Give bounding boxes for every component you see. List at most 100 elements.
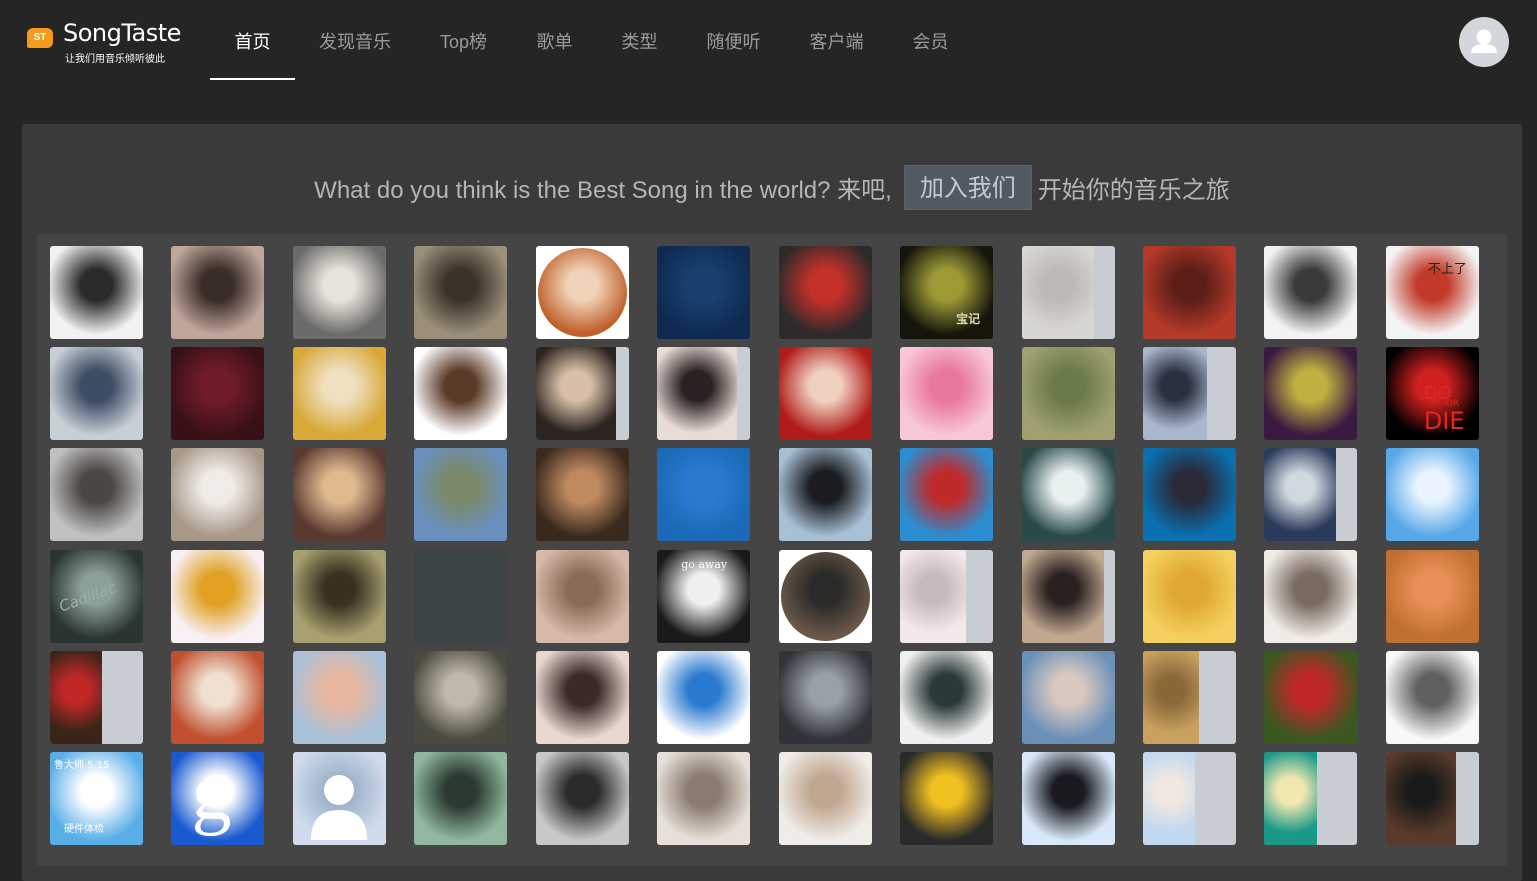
- avatar-tile[interactable]: [1021, 246, 1115, 339]
- avatar-tile[interactable]: [900, 650, 994, 744]
- avatar-tile-text: 宝记: [956, 312, 981, 326]
- cadillac-logo-text: Cadillac: [56, 577, 119, 616]
- nav-discover-music[interactable]: 发现音乐: [295, 0, 415, 80]
- avatar-tile[interactable]: [657, 650, 751, 744]
- user-avatar-button[interactable]: [1459, 17, 1509, 67]
- avatar-tile[interactable]: DO OR DIE: [1385, 347, 1479, 441]
- avatar-tile[interactable]: [1021, 650, 1115, 744]
- avatar-tile[interactable]: [1142, 347, 1236, 441]
- avatar-tile[interactable]: [900, 549, 994, 643]
- avatar-grid: 宝记 不上了 DO OR DIE Cadillac go away 鲁大师 5.15 硬件体检 g: [50, 246, 1479, 845]
- avatar-tile[interactable]: [1142, 246, 1236, 339]
- main-nav: 首页 发现音乐 Top榜 歌单 类型 随便听 客户端 会员: [210, 0, 973, 80]
- avatar-wall: 宝记 不上了 DO OR DIE Cadillac go away 鲁大师 5.15 硬件体检 g: [37, 234, 1507, 866]
- avatar-tile[interactable]: [292, 650, 386, 744]
- avatar-tile[interactable]: [1021, 347, 1115, 441]
- nav-membership[interactable]: 会员: [888, 0, 973, 80]
- avatar-tile[interactable]: [1021, 751, 1115, 845]
- avatar-tile[interactable]: [1142, 751, 1236, 845]
- nav-home[interactable]: 首页: [210, 0, 295, 80]
- nav-client[interactable]: 客户端: [785, 0, 888, 80]
- avatar-tile[interactable]: [657, 448, 751, 542]
- avatar-tile[interactable]: [535, 448, 629, 542]
- avatar-tile[interactable]: [292, 347, 386, 441]
- avatar-tile[interactable]: [900, 347, 994, 441]
- avatar-tile[interactable]: [778, 448, 872, 542]
- avatar-tile[interactable]: [414, 650, 508, 744]
- nav-random-listen[interactable]: 随便听: [682, 0, 785, 80]
- avatar-tile[interactable]: [292, 751, 386, 845]
- avatar-tile[interactable]: [414, 246, 508, 339]
- avatar-tile[interactable]: [1385, 650, 1479, 744]
- avatar-tile[interactable]: [1142, 549, 1236, 643]
- google-logo-text: g: [191, 751, 232, 837]
- avatar-tile[interactable]: [1264, 751, 1358, 845]
- hero-headline: What do you think is the Best Song in th…: [22, 164, 1522, 210]
- user-icon: [1471, 29, 1497, 53]
- avatar-tile[interactable]: [414, 448, 508, 542]
- avatar-tile[interactable]: Cadillac: [50, 549, 143, 643]
- avatar-tile[interactable]: 鲁大师 5.15 硬件体检: [50, 751, 143, 845]
- avatar-tile[interactable]: [657, 347, 751, 441]
- default-user-icon: [310, 774, 367, 840]
- avatar-tile[interactable]: 宝记: [900, 246, 994, 339]
- avatar-tile[interactable]: [1021, 549, 1115, 643]
- logo-slogan: 让我们用音乐倾听彼此: [65, 54, 165, 65]
- avatar-tile[interactable]: [1264, 448, 1358, 542]
- avatar-tile[interactable]: [657, 751, 751, 845]
- avatar-tile[interactable]: [535, 246, 629, 339]
- avatar-tile[interactable]: [535, 347, 629, 441]
- avatar-tile[interactable]: [778, 751, 872, 845]
- avatar-tile[interactable]: [778, 347, 872, 441]
- avatar-tile[interactable]: [171, 549, 265, 643]
- avatar-tile[interactable]: [1385, 549, 1479, 643]
- avatar-tile[interactable]: [535, 549, 629, 643]
- avatar-tile[interactable]: [657, 246, 751, 339]
- logo-title: SongTaste: [63, 19, 181, 47]
- avatar-tile[interactable]: [535, 751, 629, 845]
- avatar-tile[interactable]: [414, 347, 508, 441]
- avatar-tile[interactable]: [50, 246, 143, 339]
- join-button[interactable]: 加入我们: [903, 164, 1032, 210]
- avatar-tile[interactable]: [1142, 448, 1236, 542]
- avatar-tile[interactable]: [1264, 246, 1358, 339]
- avatar-tile[interactable]: [171, 650, 265, 744]
- nav-playlists[interactable]: 歌单: [512, 0, 597, 80]
- avatar-tile[interactable]: go away: [657, 549, 751, 643]
- top-nav-bar: ST SongTaste 让我们用音乐倾听彼此 首页 发现音乐 Top榜 歌单 …: [0, 0, 1537, 80]
- avatar-tile[interactable]: [778, 549, 872, 643]
- avatar-tile[interactable]: [50, 347, 143, 441]
- avatar-tile[interactable]: [50, 448, 143, 542]
- avatar-tile[interactable]: [1264, 549, 1358, 643]
- nav-top-chart[interactable]: Top榜: [415, 0, 512, 80]
- hero-tagline: 开始你的音乐之旅: [1037, 176, 1230, 204]
- avatar-tile[interactable]: g: [171, 751, 265, 845]
- avatar-tile[interactable]: [1385, 448, 1479, 542]
- avatar-tile[interactable]: [292, 448, 386, 542]
- logo[interactable]: ST SongTaste 让我们用音乐倾听彼此: [25, 18, 200, 65]
- avatar-tile[interactable]: [414, 751, 508, 845]
- main-panel: What do you think is the Best Song in th…: [22, 124, 1522, 881]
- avatar-tile[interactable]: [900, 448, 994, 542]
- avatar-tile[interactable]: 不上了: [1385, 246, 1479, 339]
- avatar-tile[interactable]: [171, 347, 265, 441]
- avatar-tile[interactable]: [171, 448, 265, 542]
- hero-question: What do you think is the Best Song in th…: [314, 176, 892, 204]
- avatar-tile[interactable]: [171, 246, 265, 339]
- avatar-tile[interactable]: [292, 246, 386, 339]
- nav-genres[interactable]: 类型: [597, 0, 682, 80]
- avatar-tile-text: 鲁大师 5.15: [54, 759, 110, 771]
- avatar-tile[interactable]: [1385, 751, 1479, 845]
- avatar-tile[interactable]: [1264, 347, 1358, 441]
- avatar-tile[interactable]: [778, 246, 872, 339]
- avatar-tile[interactable]: [900, 751, 994, 845]
- avatar-tile[interactable]: [535, 650, 629, 744]
- avatar-tile[interactable]: [50, 650, 143, 744]
- avatar-tile[interactable]: [778, 650, 872, 744]
- avatar-tile[interactable]: [292, 549, 386, 643]
- avatar-tile[interactable]: [1264, 650, 1358, 744]
- avatar-tile[interactable]: [1021, 448, 1115, 542]
- avatar-tile[interactable]: [1142, 650, 1236, 744]
- avatar-tile[interactable]: [414, 549, 508, 643]
- avatar-tile-text: 不上了: [1427, 262, 1467, 277]
